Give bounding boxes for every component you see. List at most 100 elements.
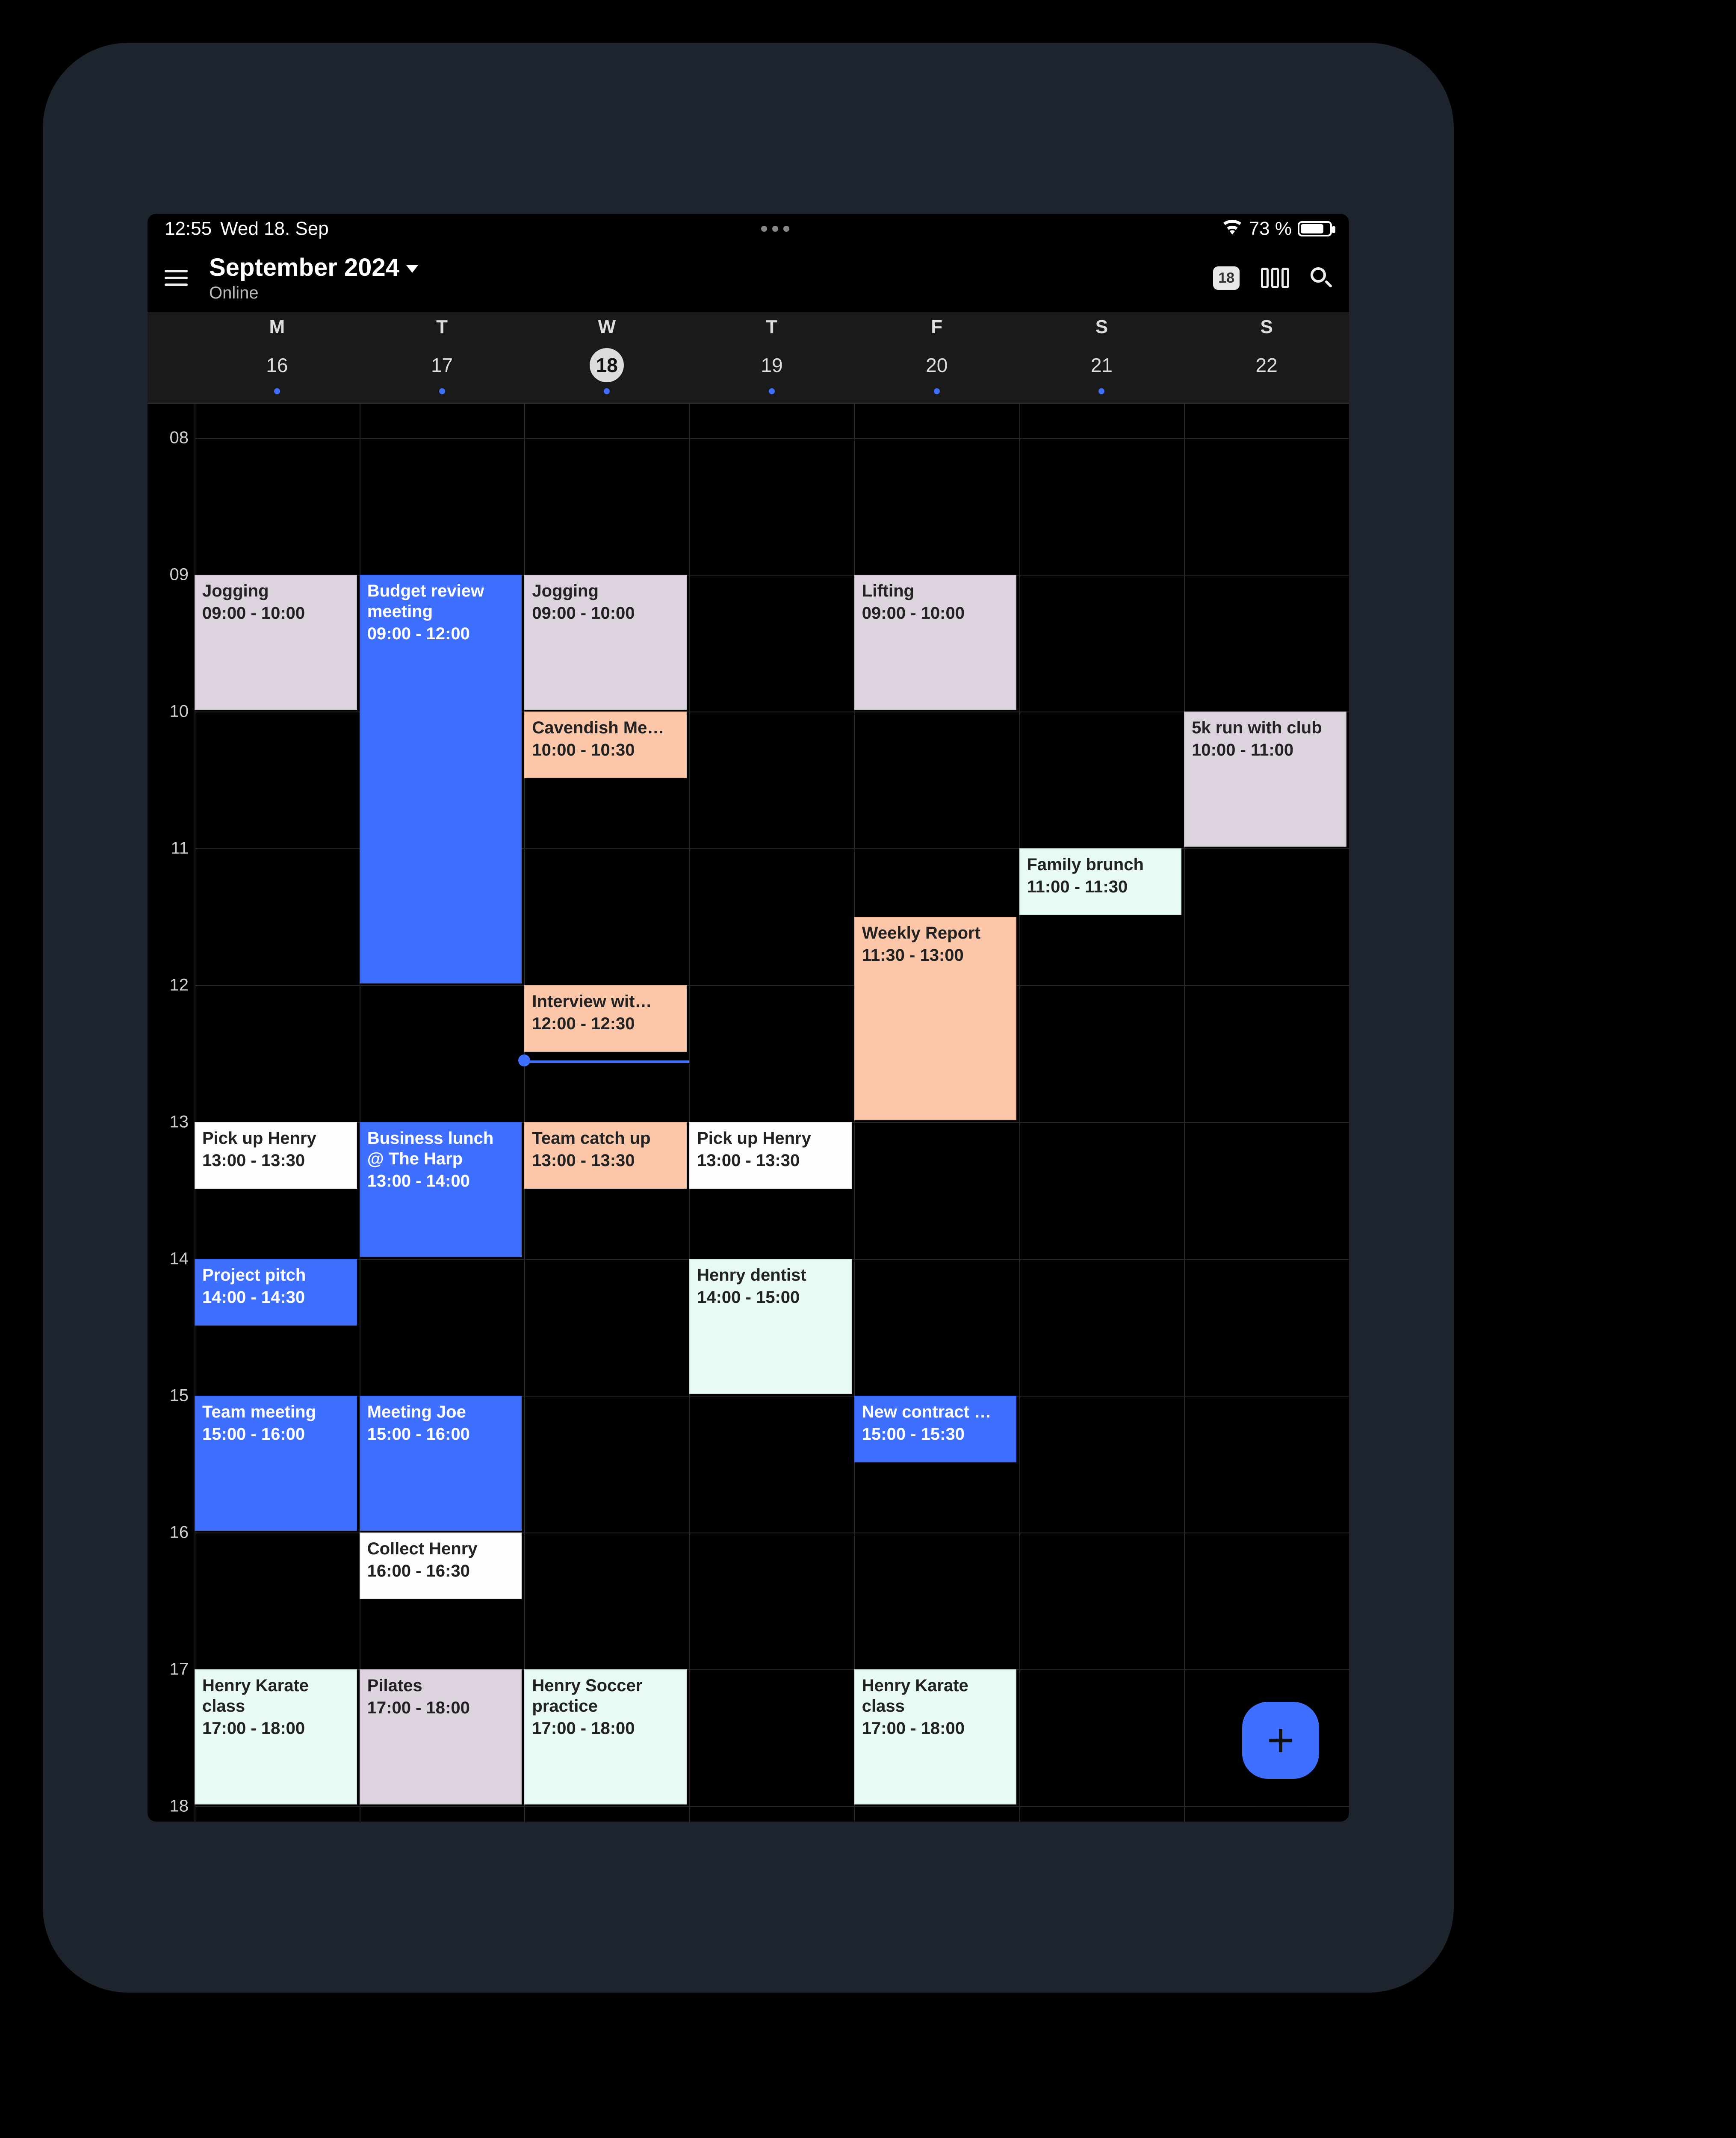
day-header-cell[interactable]: S22 <box>1184 316 1349 394</box>
chevron-down-icon <box>406 265 418 273</box>
event-time: 09:00 - 10:00 <box>862 603 1009 623</box>
day-column[interactable] <box>1184 404 1349 1822</box>
event-title: Pick up Henry <box>697 1128 844 1149</box>
event-time: 11:00 - 11:30 <box>1027 877 1174 897</box>
calendar-event[interactable]: Jogging09:00 - 10:00 <box>524 575 687 710</box>
hour-label: 14 <box>170 1249 189 1269</box>
event-time: 11:30 - 13:00 <box>862 945 1009 966</box>
calendar-event[interactable]: Pilates17:00 - 18:00 <box>360 1669 522 1804</box>
calendar-event[interactable]: Family brunch11:00 - 11:30 <box>1019 848 1182 915</box>
calendar-event[interactable]: Pick up Henry13:00 - 13:30 <box>689 1122 852 1189</box>
calendar-event[interactable]: Jogging09:00 - 10:00 <box>195 575 357 710</box>
calendar-event[interactable]: Henry Soccer practice17:00 - 18:00 <box>524 1669 687 1804</box>
day-number: 21 <box>1084 348 1119 382</box>
event-dot-icon <box>604 388 610 394</box>
day-header-cell[interactable]: F20 <box>854 316 1019 394</box>
hour-label: 15 <box>170 1386 189 1406</box>
calendar-event[interactable]: Business lunch @ The Harp13:00 - 14:00 <box>360 1122 522 1257</box>
event-dot-icon <box>439 388 445 394</box>
dot-icon <box>772 226 778 232</box>
event-time: 15:00 - 16:00 <box>367 1424 514 1444</box>
month-title: September 2024 <box>209 253 399 282</box>
calendar-event[interactable]: 5k run with club10:00 - 11:00 <box>1184 712 1346 847</box>
status-time: 12:55 <box>165 218 212 239</box>
calendar-event[interactable]: Meeting Joe15:00 - 16:00 <box>360 1396 522 1531</box>
add-event-button[interactable]: + <box>1242 1702 1319 1779</box>
calendar-event[interactable]: New contract …15:00 - 15:30 <box>854 1396 1017 1462</box>
calendar-event[interactable]: Pick up Henry13:00 - 13:30 <box>195 1122 357 1189</box>
day-header-cell[interactable]: M16 <box>195 316 360 394</box>
event-time: 17:00 - 18:00 <box>367 1698 514 1718</box>
day-header-cell[interactable]: T17 <box>360 316 525 394</box>
day-number: 18 <box>590 348 624 382</box>
view-columns-icon[interactable] <box>1261 268 1289 288</box>
event-dot-icon <box>769 388 775 394</box>
day-header-cell[interactable]: W 18 <box>524 316 689 394</box>
sync-status: Online <box>209 283 418 303</box>
search-icon[interactable] <box>1311 267 1332 289</box>
day-letter: S <box>1019 316 1184 338</box>
event-time: 17:00 - 18:00 <box>862 1718 1009 1739</box>
event-dot-icon <box>274 388 280 394</box>
calendar-event[interactable]: Team catch up13:00 - 13:30 <box>524 1122 687 1189</box>
event-title: Budget review meeting <box>367 581 514 622</box>
dot-icon <box>783 226 789 232</box>
event-title: Family brunch <box>1027 854 1174 875</box>
today-button[interactable]: 18 <box>1213 266 1240 290</box>
event-title: Meeting Joe <box>367 1402 514 1422</box>
calendar-event[interactable]: Henry Karate class17:00 - 18:00 <box>195 1669 357 1804</box>
time-grid[interactable]: 0809101112131415161718 Jogging09:00 - 10… <box>148 404 1349 1822</box>
status-multitask-dots[interactable] <box>761 226 789 232</box>
event-title: Pick up Henry <box>202 1128 349 1149</box>
day-number: 19 <box>755 348 789 382</box>
event-title: Pilates <box>367 1675 514 1696</box>
day-number: 22 <box>1249 348 1284 382</box>
event-time: 17:00 - 18:00 <box>202 1718 349 1739</box>
event-time: 13:00 - 14:00 <box>367 1171 514 1191</box>
event-time: 09:00 - 12:00 <box>367 623 514 644</box>
wifi-icon <box>1222 218 1243 240</box>
calendar-event[interactable]: Henry Karate class17:00 - 18:00 <box>854 1669 1017 1804</box>
calendar-event[interactable]: Team meeting15:00 - 16:00 <box>195 1396 357 1531</box>
event-title: Jogging <box>202 581 349 601</box>
event-title: Team meeting <box>202 1402 349 1422</box>
title-block[interactable]: September 2024 Online <box>209 253 418 303</box>
day-column[interactable] <box>689 404 854 1822</box>
battery-percent: 73 % <box>1249 218 1292 239</box>
event-time: 10:00 - 11:00 <box>1192 740 1339 760</box>
day-letter: T <box>689 316 854 338</box>
calendar-event[interactable]: Cavendish Me…10:00 - 10:30 <box>524 712 687 778</box>
calendar-event[interactable]: Budget review meeting09:00 - 12:00 <box>360 575 522 983</box>
day-header-cell[interactable]: T 19 <box>689 316 854 394</box>
hour-label: 18 <box>170 1797 189 1816</box>
calendar-event[interactable]: Interview wit…12:00 - 12:30 <box>524 985 687 1052</box>
day-column[interactable] <box>1019 404 1184 1822</box>
event-time: 10:00 - 10:30 <box>532 740 679 760</box>
day-letter: W <box>524 316 689 338</box>
event-title: Project pitch <box>202 1265 349 1285</box>
hour-line <box>195 985 1349 986</box>
day-header-cell[interactable]: S 21 <box>1019 316 1184 394</box>
hour-label: 11 <box>171 839 189 858</box>
event-title: Lifting <box>862 581 1009 601</box>
event-title: Henry Soccer practice <box>532 1675 679 1716</box>
event-dot-icon <box>1098 388 1104 394</box>
tablet-frame: 12:55 Wed 18. Sep 73 % <box>43 43 1454 1993</box>
calendar-event[interactable]: Lifting09:00 - 10:00 <box>854 575 1017 710</box>
event-dot-icon <box>934 388 940 394</box>
day-letter: T <box>360 316 525 338</box>
calendar-event[interactable]: Collect Henry16:00 - 16:30 <box>360 1533 522 1599</box>
event-time: 13:00 - 13:30 <box>202 1150 349 1171</box>
event-time: 12:00 - 12:30 <box>532 1013 679 1034</box>
event-time: 15:00 - 16:00 <box>202 1424 349 1444</box>
event-title: Cavendish Me… <box>532 718 679 738</box>
hamburger-menu-icon[interactable] <box>156 261 196 295</box>
event-title: Team catch up <box>532 1128 679 1149</box>
calendar-event[interactable]: Project pitch14:00 - 14:30 <box>195 1259 357 1326</box>
hour-line <box>195 1806 1349 1807</box>
status-left: 12:55 Wed 18. Sep <box>165 218 329 239</box>
calendar-event[interactable]: Henry dentist14:00 - 15:00 <box>689 1259 852 1394</box>
screen: 12:55 Wed 18. Sep 73 % <box>148 214 1349 1822</box>
calendar-event[interactable]: Weekly Report11:30 - 13:00 <box>854 917 1017 1120</box>
event-title: Collect Henry <box>367 1539 514 1559</box>
